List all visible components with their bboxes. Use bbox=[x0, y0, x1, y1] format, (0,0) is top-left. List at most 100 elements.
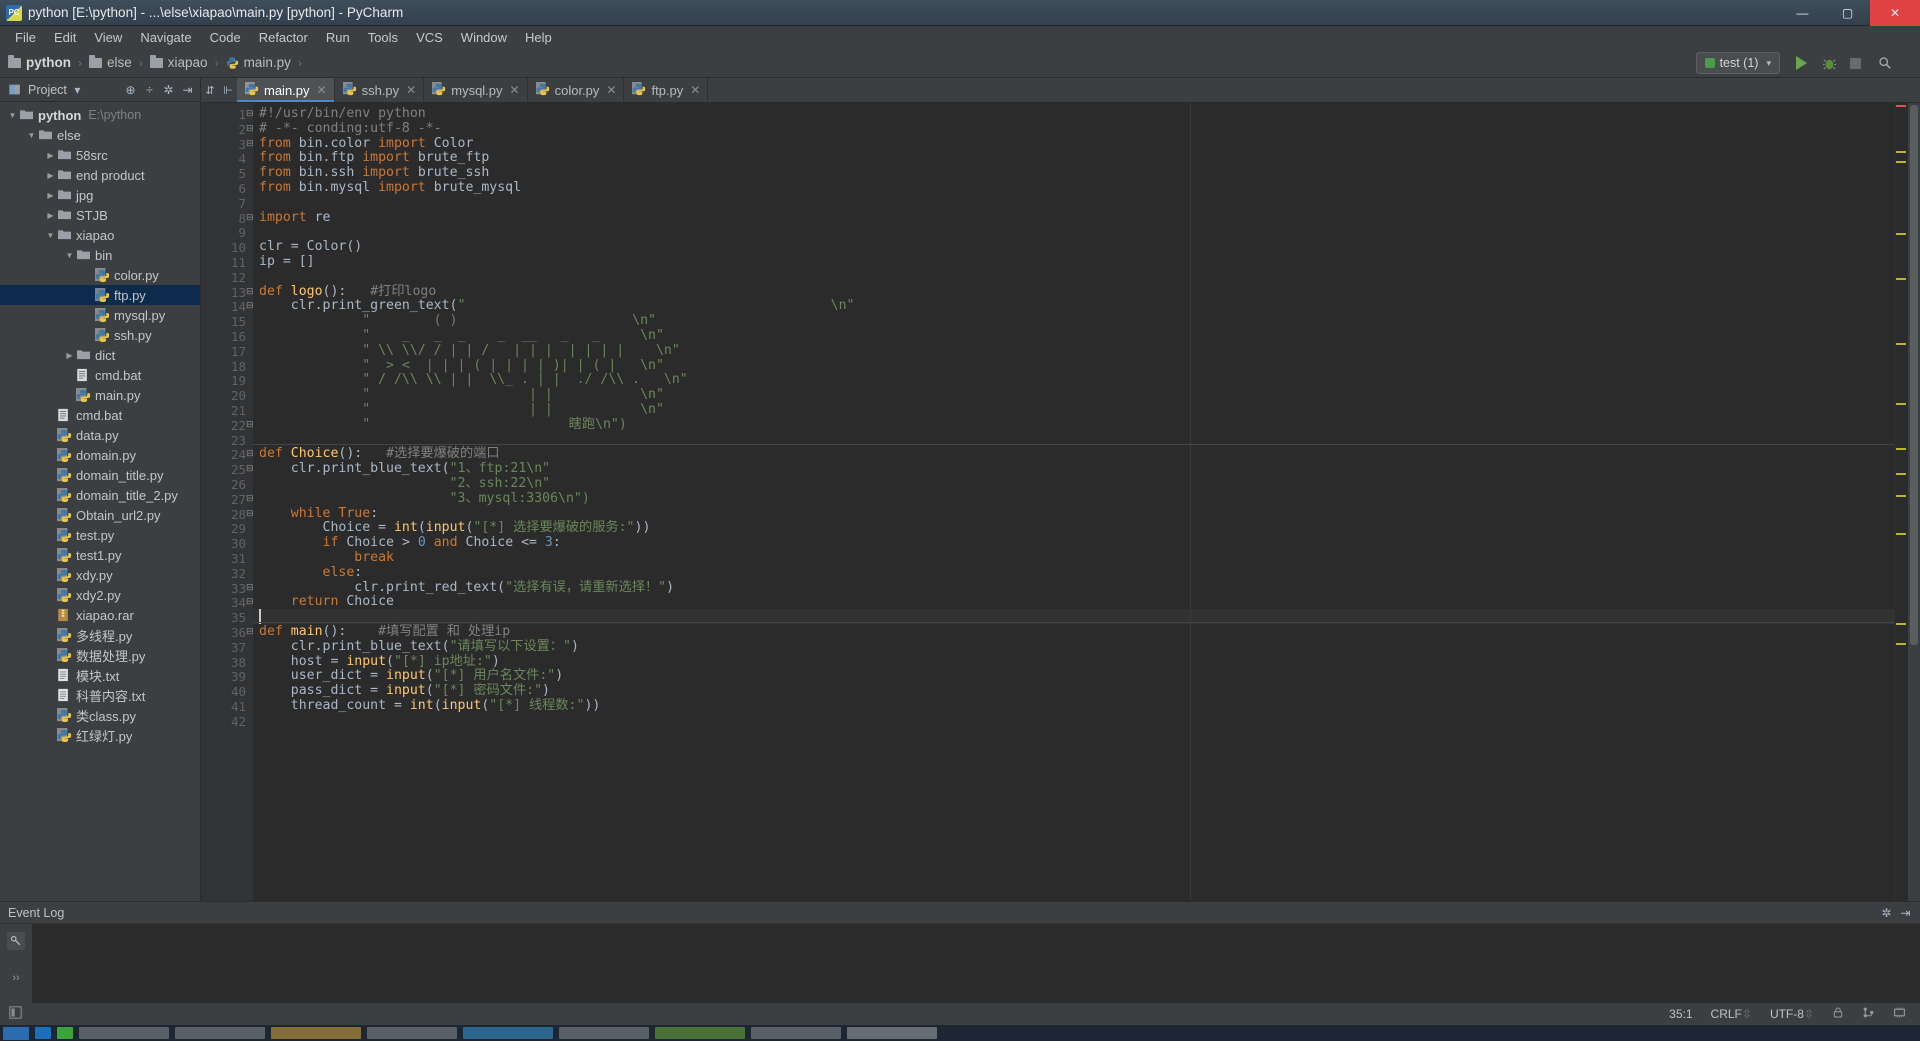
collapse-all-icon[interactable]: ÷ bbox=[141, 81, 158, 98]
tree-item-bin[interactable]: ▼ bin bbox=[0, 245, 200, 265]
editor-tab-sshpy[interactable]: ssh.py ✕ bbox=[334, 78, 425, 102]
tree-item-endproduct[interactable]: ▶ end product bbox=[0, 165, 200, 185]
event-log-title[interactable]: Event Log bbox=[8, 906, 64, 920]
close-icon[interactable]: ✕ bbox=[690, 83, 700, 97]
error-stripe-mark[interactable] bbox=[1896, 495, 1906, 497]
chevron-down-icon[interactable]: ▼ bbox=[6, 111, 19, 120]
tree-item-xiapaorar[interactable]: xiapao.rar bbox=[0, 605, 200, 625]
menu-item-vcs[interactable]: VCS bbox=[407, 28, 452, 47]
maximize-button[interactable]: ▢ bbox=[1825, 0, 1870, 26]
chevron-down-icon[interactable]: ▾ bbox=[69, 81, 86, 98]
taskbar-item[interactable] bbox=[367, 1027, 457, 1039]
run-configuration-selector[interactable]: test (1) ▾ bbox=[1695, 52, 1780, 74]
tree-item-domaintitlepy[interactable]: domain_title.py bbox=[0, 465, 200, 485]
log-icon[interactable] bbox=[7, 932, 25, 950]
hide-panel-icon[interactable]: ⇥ bbox=[1897, 904, 1914, 921]
status-toggle-icon[interactable] bbox=[0, 1006, 31, 1022]
menu-item-tools[interactable]: Tools bbox=[359, 28, 407, 47]
caret-position[interactable]: 35:1 bbox=[1660, 1007, 1701, 1021]
tree-item-58src[interactable]: ▶ 58src bbox=[0, 145, 200, 165]
close-icon[interactable]: ✕ bbox=[317, 83, 327, 97]
tree-item-mainpy[interactable]: main.py bbox=[0, 385, 200, 405]
file-encoding[interactable]: UTF-8⇳ bbox=[1761, 1007, 1823, 1021]
project-tree[interactable]: ▼ python E:\python ▼ else ▶ 58src ▶ end product ▶… bbox=[0, 102, 200, 931]
error-stripe-mark[interactable] bbox=[1896, 151, 1906, 153]
tree-item-py[interactable]: 数据处理.py bbox=[0, 645, 200, 665]
tree-item-mysqlpy[interactable]: mysql.py bbox=[0, 305, 200, 325]
tree-item-txt[interactable]: 模块.txt bbox=[0, 665, 200, 685]
menu-item-edit[interactable]: Edit bbox=[45, 28, 85, 47]
breadcrumb-item-xiapao[interactable]: xiapao bbox=[168, 55, 208, 70]
tree-item-colorpy[interactable]: color.py bbox=[0, 265, 200, 285]
tree-item-jpg[interactable]: ▶ jpg bbox=[0, 185, 200, 205]
chevron-down-icon[interactable]: ▼ bbox=[25, 131, 38, 140]
error-stripe-mark[interactable] bbox=[1896, 623, 1906, 625]
menu-item-file[interactable]: File bbox=[6, 28, 45, 47]
event-log-content[interactable] bbox=[32, 924, 1920, 1012]
error-stripe[interactable] bbox=[1894, 103, 1908, 931]
error-stripe-mark[interactable] bbox=[1896, 278, 1906, 280]
taskbar-item[interactable] bbox=[57, 1027, 73, 1039]
code-content[interactable]: #!/usr/bin/env python # -*- conding:utf-8… bbox=[253, 103, 1894, 931]
branch-icon[interactable] bbox=[1853, 1006, 1884, 1022]
chevron-down-icon[interactable]: ▼ bbox=[44, 231, 57, 240]
close-icon[interactable]: ✕ bbox=[606, 83, 616, 97]
tree-item-datapy[interactable]: data.py bbox=[0, 425, 200, 445]
menu-item-run[interactable]: Run bbox=[317, 28, 359, 47]
breadcrumb-item-mainpy[interactable]: main.py bbox=[244, 55, 291, 70]
tree-item-test1py[interactable]: test1.py bbox=[0, 545, 200, 565]
run-button[interactable] bbox=[1790, 52, 1812, 74]
taskbar-item[interactable] bbox=[847, 1027, 937, 1039]
error-stripe-mark[interactable] bbox=[1896, 343, 1906, 345]
editor-tab-mainpy[interactable]: main.py ✕ bbox=[237, 78, 335, 102]
menu-item-navigate[interactable]: Navigate bbox=[131, 28, 200, 47]
lock-icon[interactable] bbox=[1823, 1006, 1853, 1022]
error-stripe-mark[interactable] bbox=[1896, 448, 1906, 450]
chevron-right-icon[interactable]: ▶ bbox=[63, 351, 76, 360]
scrollbar-thumb[interactable] bbox=[1910, 105, 1918, 645]
tree-item-classpy[interactable]: 类class.py bbox=[0, 705, 200, 725]
tree-item-py[interactable]: 多线程.py bbox=[0, 625, 200, 645]
tree-item-domaintitle2py[interactable]: domain_title_2.py bbox=[0, 485, 200, 505]
error-stripe-mark[interactable] bbox=[1896, 643, 1906, 645]
menu-item-view[interactable]: View bbox=[85, 28, 131, 47]
menu-item-window[interactable]: Window bbox=[452, 28, 516, 47]
tree-item-testpy[interactable]: test.py bbox=[0, 525, 200, 545]
error-stripe-mark[interactable] bbox=[1896, 403, 1906, 405]
taskbar-item[interactable] bbox=[175, 1027, 265, 1039]
hide-panel-icon[interactable]: ⇥ bbox=[179, 81, 196, 98]
start-icon[interactable] bbox=[3, 1026, 29, 1040]
tree-item-obtainurl2py[interactable]: Obtain_url2.py bbox=[0, 505, 200, 525]
line-number-gutter[interactable]: 1 ⊟ 2 ⊟ 3 ⊟ 4 5 6 7 8 ⊟ 9 10 11 12 13 ⊟ 14 ⊟ 15 16 17 18 19 20 21 2… bbox=[201, 103, 254, 931]
search-button[interactable] bbox=[1874, 52, 1896, 74]
close-icon[interactable]: ✕ bbox=[510, 83, 520, 97]
editor-scrollbar[interactable] bbox=[1908, 103, 1920, 931]
tree-item-xiapao[interactable]: ▼ xiapao bbox=[0, 225, 200, 245]
locate-icon[interactable]: ⊕ bbox=[122, 81, 139, 98]
chevron-right-icon[interactable]: ▶ bbox=[44, 151, 57, 160]
tab-list-icon[interactable]: ⇵ bbox=[201, 78, 219, 102]
chevron-right-icon[interactable]: ▶ bbox=[44, 211, 57, 220]
taskbar-item[interactable] bbox=[79, 1027, 169, 1039]
breadcrumb-item-else[interactable]: else bbox=[107, 55, 132, 70]
chevron-right-icon[interactable]: ▶ bbox=[44, 171, 57, 180]
tree-item-dict[interactable]: ▶ dict bbox=[0, 345, 200, 365]
gear-icon[interactable]: ✲ bbox=[1878, 904, 1895, 921]
editor-tab-mysqlpy[interactable]: mysql.py ✕ bbox=[424, 78, 528, 102]
tree-item-py[interactable]: 红绿灯.py bbox=[0, 725, 200, 745]
tree-item-ftppy[interactable]: ftp.py bbox=[0, 285, 200, 305]
minimize-button[interactable]: — bbox=[1780, 0, 1825, 26]
tree-item-cmdbat[interactable]: cmd.bat bbox=[0, 405, 200, 425]
tree-item-xdy2py[interactable]: xdy2.py bbox=[0, 585, 200, 605]
close-icon[interactable]: ✕ bbox=[406, 83, 416, 97]
tree-item-else[interactable]: ▼ else bbox=[0, 125, 200, 145]
debug-button[interactable] bbox=[1818, 52, 1840, 74]
taskbar-item[interactable] bbox=[271, 1027, 361, 1039]
editor-tab-colorpy[interactable]: color.py ✕ bbox=[527, 78, 625, 102]
chevron-right-icon[interactable]: ▶ bbox=[44, 191, 57, 200]
error-stripe-mark[interactable] bbox=[1896, 105, 1906, 107]
memory-icon[interactable] bbox=[1884, 1006, 1920, 1022]
expand-icon[interactable]: ›› bbox=[12, 972, 19, 984]
menu-item-help[interactable]: Help bbox=[516, 28, 561, 47]
menu-item-refactor[interactable]: Refactor bbox=[250, 28, 317, 47]
